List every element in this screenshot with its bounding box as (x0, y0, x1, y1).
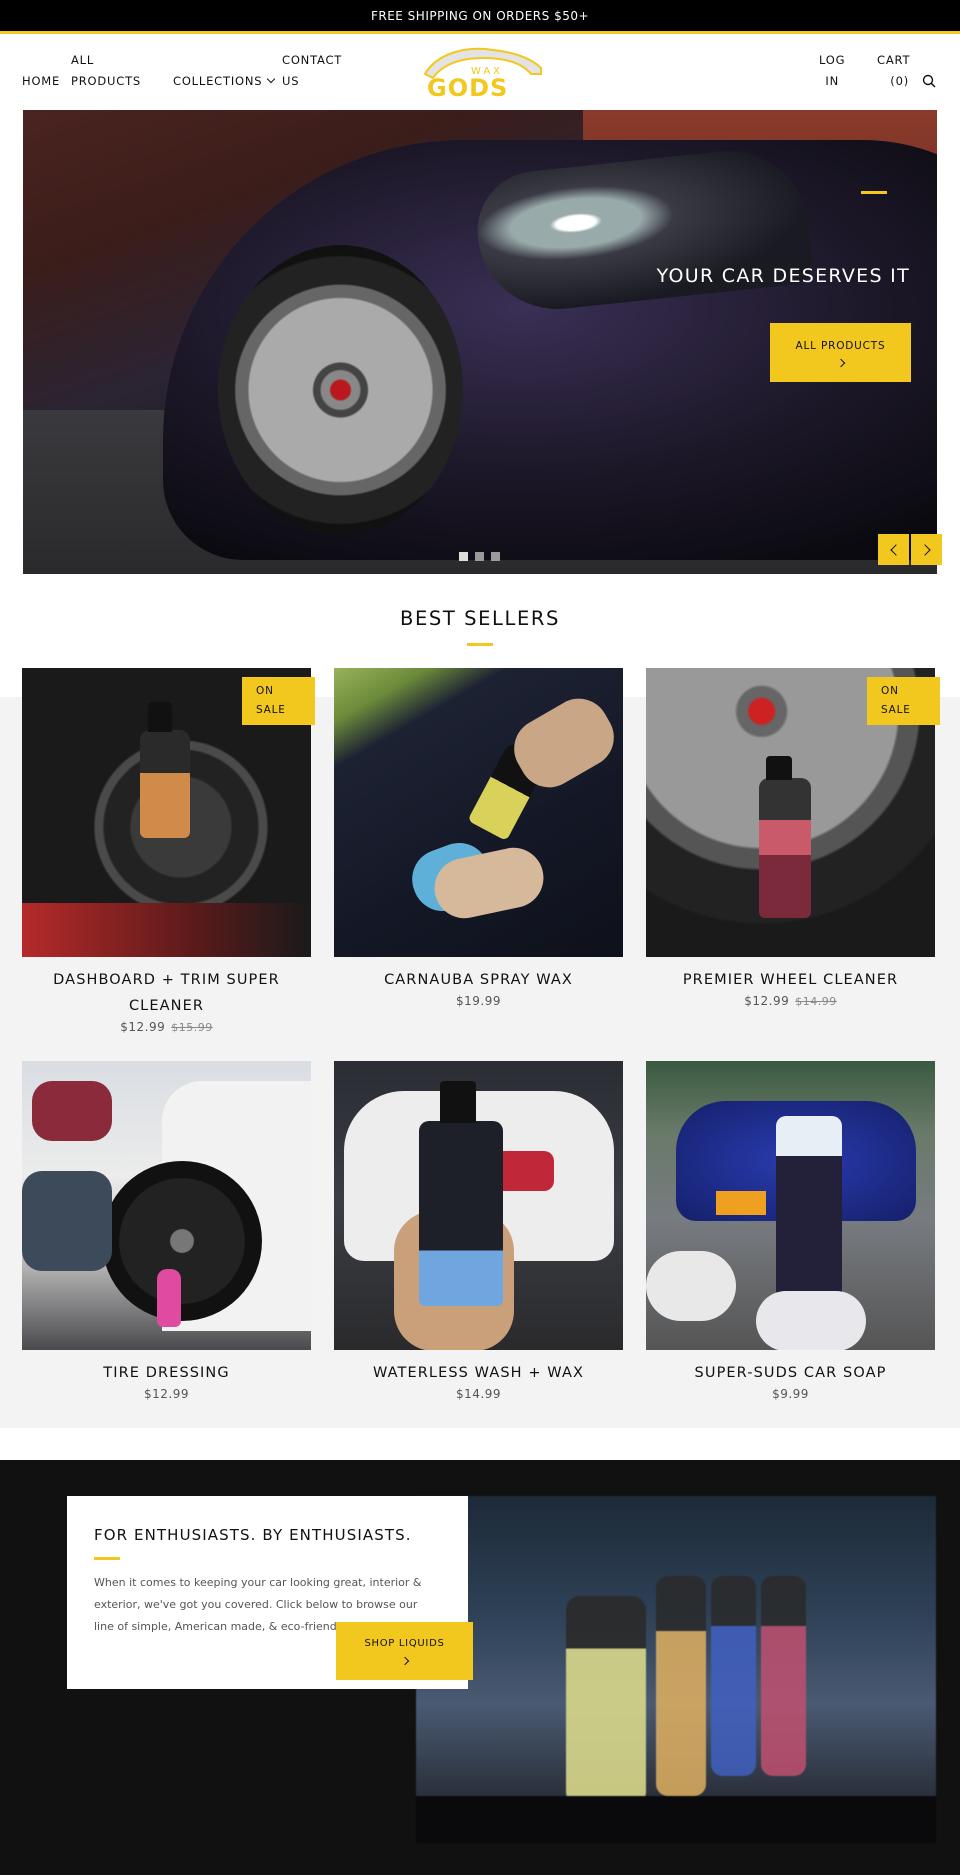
nav-collections[interactable]: COLLECTIONS (173, 71, 276, 92)
hero-title-underline (861, 191, 887, 194)
slide-dot-3[interactable] (491, 552, 500, 561)
compare-at-price: $15.99 (171, 1021, 213, 1034)
product-price: $12.99 (144, 1387, 189, 1401)
product-image[interactable] (22, 1061, 311, 1350)
compare-at-price: $14.99 (795, 995, 837, 1008)
product-title[interactable]: CARNAUBA SPRAY WAX (334, 967, 623, 993)
best-sellers-title: BEST SELLERS (399, 607, 561, 630)
product-bottle (419, 1121, 503, 1306)
chevron-down-icon (267, 74, 276, 84)
nav-contact-us[interactable]: CONTACT US (282, 50, 342, 92)
shop-liquids-button[interactable]: SHOP LIQUIDS (336, 1622, 473, 1680)
promo-title: FOR ENTHUSIASTS. BY ENTHUSIASTS. (94, 1526, 412, 1544)
announcement-text: FREE SHIPPING ON ORDERS $50+ (370, 8, 590, 23)
product-title[interactable]: DASHBOARD + TRIM SUPER CLEANER (22, 967, 311, 1019)
slide-indicators (459, 552, 500, 561)
site-header: HOME ALL PRODUCTS COLLECTIONS CONTACT US… (0, 34, 960, 110)
product-bottle (140, 730, 190, 838)
product-title[interactable]: WATERLESS WASH + WAX (334, 1360, 623, 1386)
product-card[interactable]: CARNAUBA SPRAY WAX $19.99 (334, 668, 623, 1008)
product-bottle (157, 1269, 181, 1327)
product-price: $19.99 (456, 994, 501, 1008)
best-sellers-underline (467, 643, 493, 646)
nav-home[interactable]: HOME (22, 71, 60, 92)
product-price: $12.99 $14.99 (744, 994, 837, 1008)
product-card[interactable]: TIRE DRESSING $12.99 (22, 1061, 311, 1401)
chevron-right-icon (836, 358, 845, 367)
hero-cta-button[interactable]: ALL PRODUCTS (770, 323, 911, 382)
nav-cart[interactable]: CART (0) (877, 50, 909, 92)
promo-underline (94, 1557, 120, 1560)
product-image[interactable] (334, 668, 623, 957)
product-title[interactable]: SUPER-SUDS CAR SOAP (646, 1360, 935, 1386)
cart-count: (0) (890, 74, 909, 88)
promo-image (416, 1496, 936, 1843)
hero-wheel (218, 245, 463, 535)
slide-dot-2[interactable] (475, 552, 484, 561)
product-image[interactable] (646, 1061, 935, 1350)
slide-dot-1[interactable] (459, 552, 468, 561)
product-image[interactable] (334, 1061, 623, 1350)
sale-badge: ON SALE (867, 677, 940, 725)
product-title[interactable]: TIRE DRESSING (22, 1360, 311, 1386)
product-price: $12.99 $15.99 (120, 1020, 213, 1034)
product-price: $9.99 (772, 1387, 809, 1401)
product-card[interactable]: ON SALE PREMIER WHEEL CLEANER $12.99 $14.… (646, 668, 940, 1008)
nav-login[interactable]: LOG IN (819, 50, 845, 92)
nav-all-products[interactable]: ALL PRODUCTS (71, 50, 141, 92)
product-card[interactable]: WATERLESS WASH + WAX $14.99 (334, 1061, 623, 1401)
slide-next-button[interactable] (911, 534, 942, 565)
product-title[interactable]: PREMIER WHEEL CLEANER (646, 967, 935, 993)
site-logo[interactable]: WAX GODS (413, 44, 548, 102)
search-icon[interactable] (922, 74, 936, 88)
product-price: $14.99 (456, 1387, 501, 1401)
product-card[interactable]: ON SALE DASHBOARD + TRIM SUPER CLEANER $… (22, 668, 315, 1034)
chevron-right-icon (918, 543, 931, 556)
product-bottle (776, 1116, 842, 1316)
slide-prev-button[interactable] (878, 534, 909, 565)
chevron-left-icon (889, 543, 902, 556)
logo-text-main: GODS (427, 74, 508, 102)
sale-badge: ON SALE (242, 677, 315, 725)
announcement-bar: FREE SHIPPING ON ORDERS $50+ (0, 0, 960, 34)
product-bottle (759, 778, 811, 918)
product-card[interactable]: SUPER-SUDS CAR SOAP $9.99 (646, 1061, 935, 1401)
chevron-right-icon (400, 1656, 409, 1666)
hero-title: YOUR CAR DESERVES IT (656, 265, 910, 287)
